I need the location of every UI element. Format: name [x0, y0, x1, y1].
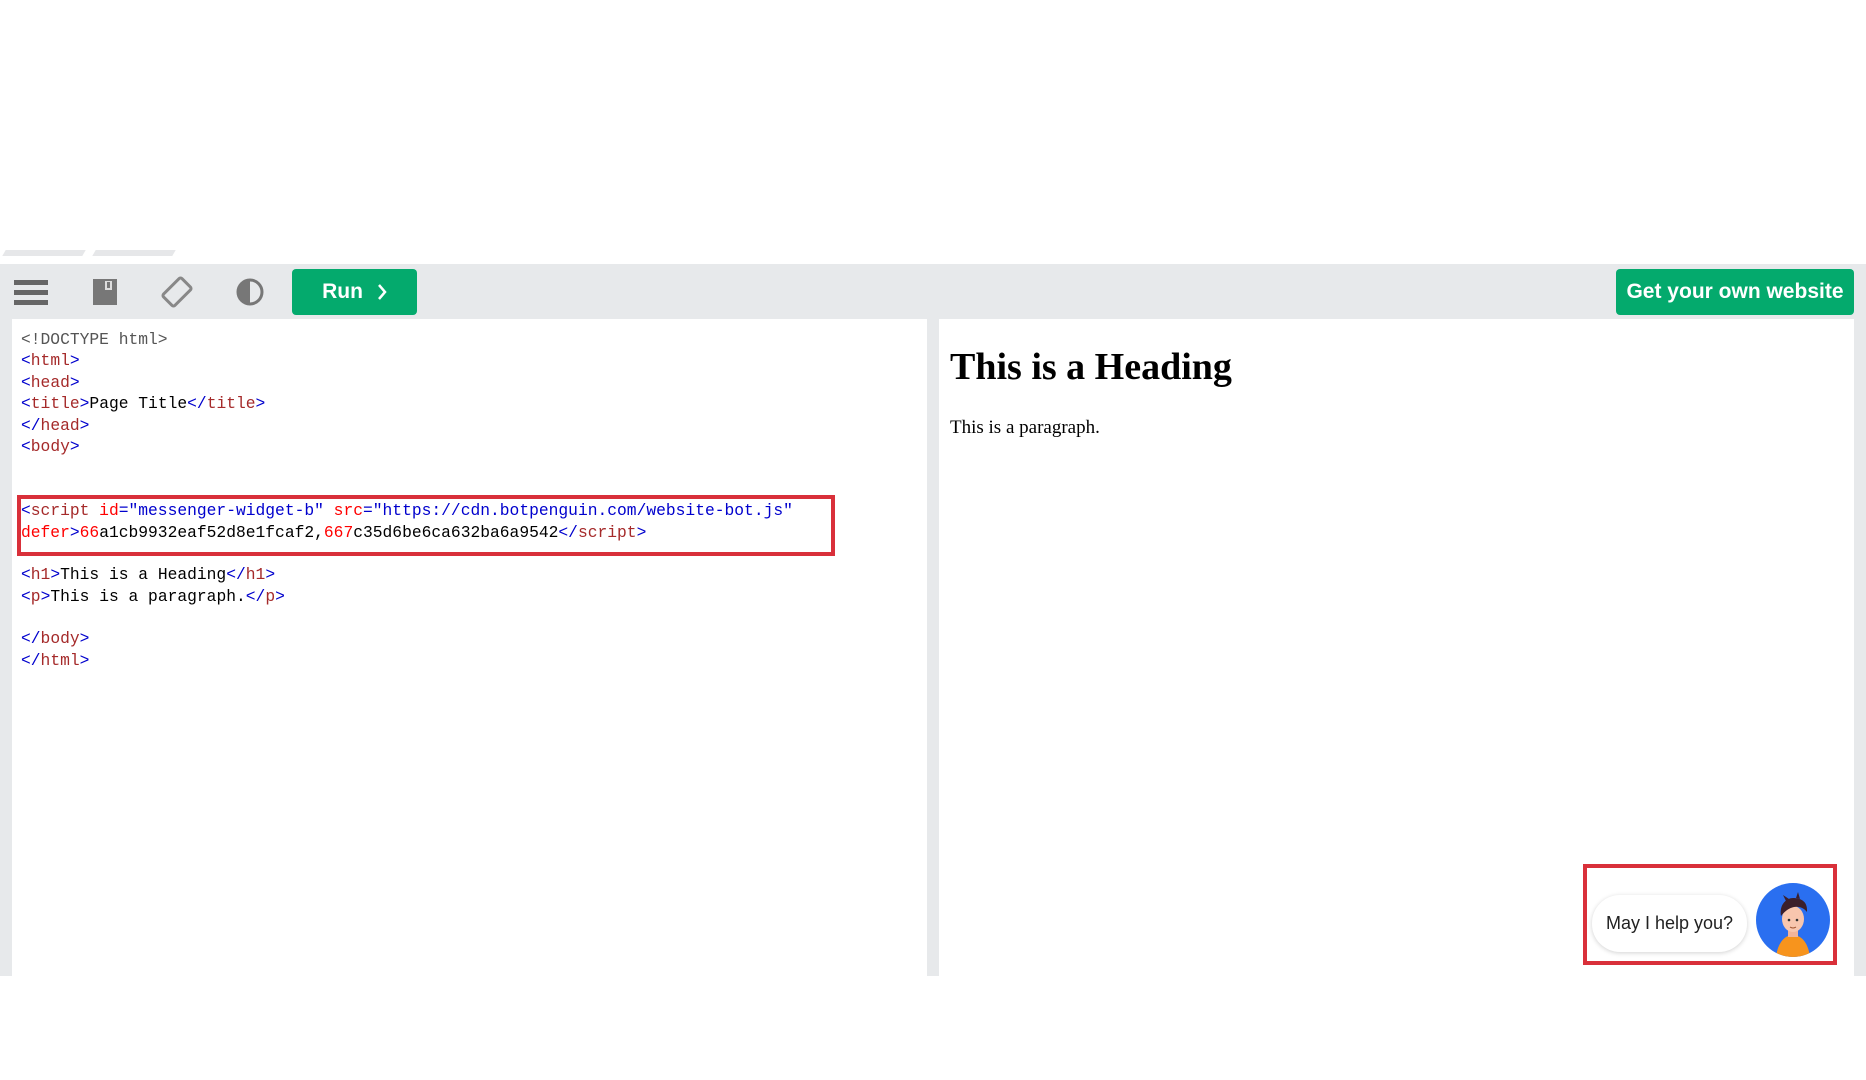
code-line[interactable]: </body> [21, 628, 793, 649]
run-button[interactable]: Run [292, 269, 417, 315]
code-line[interactable]: <head> [21, 372, 793, 393]
code-token: p [265, 586, 276, 606]
code-token: > [69, 351, 80, 371]
code-token: > [40, 586, 51, 606]
code-line[interactable]: <body> [21, 436, 793, 457]
code-token: Page Title [89, 394, 188, 414]
code-token: > [69, 372, 80, 392]
code-token: > [69, 436, 80, 456]
run-label: Run [322, 280, 363, 303]
code-line[interactable]: <title>Page Title</title> [21, 393, 793, 414]
preview-heading: This is a Heading [950, 346, 1232, 388]
code-token: </ [245, 586, 266, 606]
code-token: > [79, 394, 90, 414]
code-token: body [40, 629, 80, 649]
tab-stub [92, 250, 176, 256]
menu-icon[interactable] [13, 275, 49, 309]
code-line[interactable]: <h1>This is a Heading</h1> [21, 564, 793, 585]
code-token: < [21, 351, 31, 371]
code-line[interactable]: <html> [21, 350, 793, 371]
contrast-icon[interactable] [232, 275, 268, 309]
save-icon[interactable] [87, 275, 123, 309]
code-token: > [265, 565, 276, 585]
code-token: < [21, 436, 31, 456]
code-token: </ [21, 629, 41, 649]
code-line[interactable]: </html> [21, 650, 793, 671]
code-token: title [206, 394, 256, 414]
code-line[interactable]: </head> [21, 415, 793, 436]
toolbar [0, 264, 1866, 319]
code-token: h1 [30, 565, 51, 585]
code-token: html [30, 351, 70, 371]
code-token: > [79, 650, 90, 670]
panel-divider[interactable] [927, 319, 939, 976]
code-token: < [21, 394, 31, 414]
code-token: > [255, 394, 266, 414]
code-token: body [30, 436, 70, 456]
code-token: > [79, 629, 90, 649]
code-line[interactable] [21, 457, 793, 478]
code-token: This is a Heading [60, 565, 227, 585]
preview-paragraph: This is a paragraph. [950, 417, 1100, 438]
left-border [0, 319, 12, 976]
code-token: > [275, 586, 285, 606]
tab-stub [2, 250, 86, 256]
right-border [1854, 319, 1866, 976]
rotate-icon[interactable] [159, 275, 195, 309]
code-token: </ [187, 394, 207, 414]
code-token: </ [21, 415, 41, 435]
code-token: < [21, 372, 31, 392]
bot-avatar-icon [1776, 892, 1810, 957]
code-token: This is a paragraph. [50, 586, 246, 606]
chat-avatar-button[interactable] [1756, 883, 1830, 957]
code-token: < [21, 586, 31, 606]
code-token: h1 [245, 565, 266, 585]
code-token: > [50, 565, 61, 585]
code-token: < [21, 565, 31, 585]
code-token: html [40, 650, 80, 670]
code-token: head [40, 415, 80, 435]
code-token: <!DOCTYPE html> [21, 330, 168, 349]
highlight-box-script [17, 495, 835, 556]
chat-bubble[interactable]: May I help you? [1592, 895, 1747, 952]
get-your-own-website-button[interactable]: Get your own website [1616, 269, 1854, 315]
code-line[interactable]: <!DOCTYPE html> [21, 329, 793, 350]
code-token: title [30, 394, 80, 414]
chat-bubble-text: May I help you? [1605, 913, 1734, 933]
code-line[interactable]: <p>This is a paragraph.</p> [21, 586, 793, 607]
code-token: head [30, 372, 70, 392]
code-token: > [79, 415, 90, 435]
code-line[interactable] [21, 607, 793, 628]
code-token: </ [21, 650, 41, 670]
chevron-right-icon [377, 284, 387, 300]
code-token: p [30, 586, 41, 606]
code-token: </ [226, 565, 246, 585]
